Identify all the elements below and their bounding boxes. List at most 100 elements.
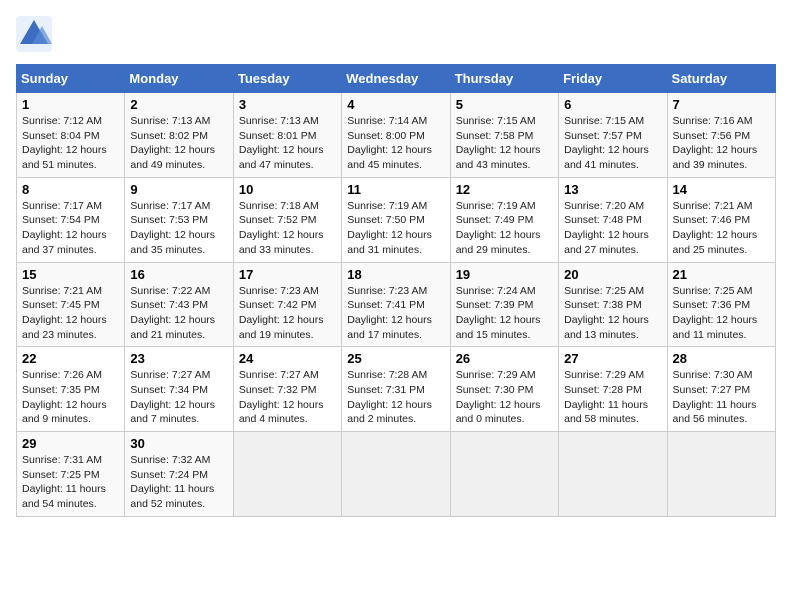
day-number: 7 <box>673 97 770 112</box>
day-info: Sunset: 7:46 PM <box>673 213 770 228</box>
calendar-cell: 25Sunrise: 7:28 AMSunset: 7:31 PMDayligh… <box>342 347 450 432</box>
calendar-cell: 6Sunrise: 7:15 AMSunset: 7:57 PMDaylight… <box>559 93 667 178</box>
day-info: Daylight: 12 hours <box>347 228 444 243</box>
day-info: Sunset: 7:45 PM <box>22 298 119 313</box>
day-info: and 47 minutes. <box>239 158 336 173</box>
col-header-thursday: Thursday <box>450 65 558 93</box>
calendar-week-2: 8Sunrise: 7:17 AMSunset: 7:54 PMDaylight… <box>17 177 776 262</box>
day-number: 15 <box>22 267 119 282</box>
day-info: Sunrise: 7:23 AM <box>239 284 336 299</box>
day-info: and 27 minutes. <box>564 243 661 258</box>
day-info: Sunrise: 7:27 AM <box>239 368 336 383</box>
day-info: Daylight: 12 hours <box>456 228 553 243</box>
day-number: 17 <box>239 267 336 282</box>
day-number: 11 <box>347 182 444 197</box>
day-info: Daylight: 12 hours <box>673 228 770 243</box>
day-number: 23 <box>130 351 227 366</box>
calendar-week-3: 15Sunrise: 7:21 AMSunset: 7:45 PMDayligh… <box>17 262 776 347</box>
day-info: Sunrise: 7:25 AM <box>673 284 770 299</box>
day-info: Daylight: 12 hours <box>673 143 770 158</box>
day-info: and 58 minutes. <box>564 412 661 427</box>
calendar-cell: 19Sunrise: 7:24 AMSunset: 7:39 PMDayligh… <box>450 262 558 347</box>
day-info: Sunset: 7:57 PM <box>564 129 661 144</box>
day-info: Sunrise: 7:19 AM <box>456 199 553 214</box>
day-info: Sunset: 7:41 PM <box>347 298 444 313</box>
col-header-monday: Monday <box>125 65 233 93</box>
calendar-week-1: 1Sunrise: 7:12 AMSunset: 8:04 PMDaylight… <box>17 93 776 178</box>
calendar-cell: 10Sunrise: 7:18 AMSunset: 7:52 PMDayligh… <box>233 177 341 262</box>
calendar-cell: 8Sunrise: 7:17 AMSunset: 7:54 PMDaylight… <box>17 177 125 262</box>
day-info: Sunset: 7:39 PM <box>456 298 553 313</box>
day-info: Sunrise: 7:15 AM <box>456 114 553 129</box>
day-info: Daylight: 11 hours <box>130 482 227 497</box>
day-info: Sunset: 7:43 PM <box>130 298 227 313</box>
day-info: and 52 minutes. <box>130 497 227 512</box>
col-header-wednesday: Wednesday <box>342 65 450 93</box>
day-info: Daylight: 12 hours <box>456 143 553 158</box>
day-info: Sunset: 7:50 PM <box>347 213 444 228</box>
day-number: 2 <box>130 97 227 112</box>
day-number: 25 <box>347 351 444 366</box>
day-info: Daylight: 12 hours <box>239 398 336 413</box>
day-info: Sunset: 8:02 PM <box>130 129 227 144</box>
page-header <box>16 16 776 52</box>
day-info: Daylight: 12 hours <box>347 313 444 328</box>
calendar-cell: 14Sunrise: 7:21 AMSunset: 7:46 PMDayligh… <box>667 177 775 262</box>
day-info: Daylight: 12 hours <box>564 313 661 328</box>
day-info: Sunset: 7:28 PM <box>564 383 661 398</box>
day-info: Sunrise: 7:30 AM <box>673 368 770 383</box>
day-info: Sunset: 7:42 PM <box>239 298 336 313</box>
calendar-cell: 9Sunrise: 7:17 AMSunset: 7:53 PMDaylight… <box>125 177 233 262</box>
calendar-cell: 23Sunrise: 7:27 AMSunset: 7:34 PMDayligh… <box>125 347 233 432</box>
day-info: Daylight: 12 hours <box>130 228 227 243</box>
day-info: Sunset: 7:24 PM <box>130 468 227 483</box>
day-info: Sunrise: 7:20 AM <box>564 199 661 214</box>
calendar-cell <box>450 432 558 517</box>
day-number: 5 <box>456 97 553 112</box>
day-info: Sunset: 8:00 PM <box>347 129 444 144</box>
day-info: Daylight: 11 hours <box>22 482 119 497</box>
day-info: Sunrise: 7:27 AM <box>130 368 227 383</box>
calendar-cell <box>233 432 341 517</box>
calendar-cell: 15Sunrise: 7:21 AMSunset: 7:45 PMDayligh… <box>17 262 125 347</box>
day-info: and 15 minutes. <box>456 328 553 343</box>
day-info: and 4 minutes. <box>239 412 336 427</box>
day-info: Sunrise: 7:17 AM <box>130 199 227 214</box>
day-info: Sunrise: 7:29 AM <box>456 368 553 383</box>
day-info: and 45 minutes. <box>347 158 444 173</box>
day-number: 20 <box>564 267 661 282</box>
col-header-sunday: Sunday <box>17 65 125 93</box>
day-info: Sunrise: 7:28 AM <box>347 368 444 383</box>
day-info: Sunset: 7:58 PM <box>456 129 553 144</box>
day-info: and 49 minutes. <box>130 158 227 173</box>
day-info: Daylight: 11 hours <box>564 398 661 413</box>
day-info: and 17 minutes. <box>347 328 444 343</box>
day-info: Daylight: 12 hours <box>673 313 770 328</box>
day-info: and 13 minutes. <box>564 328 661 343</box>
calendar-cell: 26Sunrise: 7:29 AMSunset: 7:30 PMDayligh… <box>450 347 558 432</box>
day-info: Sunset: 7:53 PM <box>130 213 227 228</box>
col-header-saturday: Saturday <box>667 65 775 93</box>
calendar-cell: 1Sunrise: 7:12 AMSunset: 8:04 PMDaylight… <box>17 93 125 178</box>
day-info: Daylight: 12 hours <box>130 313 227 328</box>
day-number: 12 <box>456 182 553 197</box>
col-header-tuesday: Tuesday <box>233 65 341 93</box>
calendar-cell: 29Sunrise: 7:31 AMSunset: 7:25 PMDayligh… <box>17 432 125 517</box>
day-info: and 54 minutes. <box>22 497 119 512</box>
day-info: and 37 minutes. <box>22 243 119 258</box>
day-number: 21 <box>673 267 770 282</box>
day-number: 27 <box>564 351 661 366</box>
day-info: Sunrise: 7:22 AM <box>130 284 227 299</box>
day-info: and 51 minutes. <box>22 158 119 173</box>
calendar-cell: 17Sunrise: 7:23 AMSunset: 7:42 PMDayligh… <box>233 262 341 347</box>
day-number: 16 <box>130 267 227 282</box>
day-info: Daylight: 12 hours <box>22 228 119 243</box>
day-number: 19 <box>456 267 553 282</box>
day-info: Sunset: 7:52 PM <box>239 213 336 228</box>
day-info: and 31 minutes. <box>347 243 444 258</box>
day-number: 1 <box>22 97 119 112</box>
day-info: Daylight: 12 hours <box>347 143 444 158</box>
calendar-cell: 20Sunrise: 7:25 AMSunset: 7:38 PMDayligh… <box>559 262 667 347</box>
day-info: and 2 minutes. <box>347 412 444 427</box>
calendar-cell: 4Sunrise: 7:14 AMSunset: 8:00 PMDaylight… <box>342 93 450 178</box>
